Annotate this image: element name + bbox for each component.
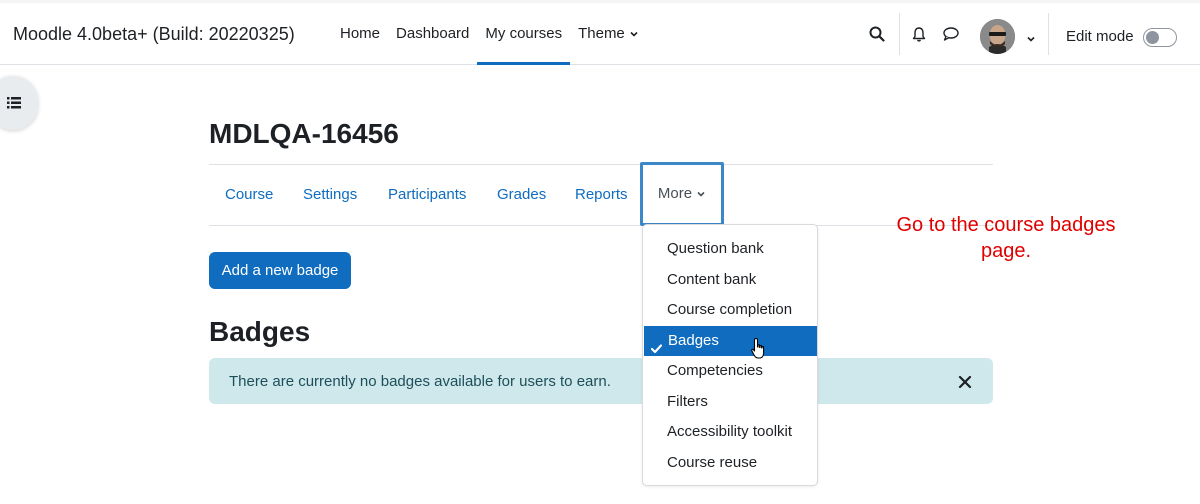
tab-participants[interactable]: Participants	[388, 165, 466, 225]
close-icon[interactable]	[957, 374, 973, 390]
toggle-knob	[1146, 31, 1159, 44]
annotation-line-2: page.	[980, 240, 1032, 262]
site-name[interactable]: Moodle 4.0beta+ (Build: 20220325)	[13, 24, 295, 45]
add-new-badge-button[interactable]: Add a new badge	[209, 252, 351, 289]
list-icon	[7, 96, 21, 114]
tab-settings[interactable]: Settings	[303, 165, 357, 225]
menu-item-competencies[interactable]: Competencies	[643, 356, 817, 386]
navbar-divider	[899, 13, 900, 55]
hand-pointer-icon	[750, 337, 768, 366]
menu-item-accessibility-toolkit[interactable]: Accessibility toolkit	[643, 417, 817, 447]
bell-icon[interactable]	[908, 23, 930, 45]
instruction-annotation: Go to the course badges page.	[870, 212, 1142, 264]
top-navbar: Moodle 4.0beta+ (Build: 20220325) Home D…	[0, 0, 1200, 65]
alert-text: There are currently no badges available …	[229, 373, 611, 390]
nav-my-courses[interactable]: My courses	[477, 3, 570, 65]
badges-heading: Badges	[209, 316, 311, 347]
menu-item-filters[interactable]: Filters	[643, 387, 817, 417]
search-icon[interactable]	[866, 23, 888, 45]
chevron-down-icon	[629, 3, 639, 65]
chevron-down-icon[interactable]	[1026, 30, 1036, 48]
nav-home[interactable]: Home	[332, 3, 388, 65]
annotation-line-1: Go to the course badges	[896, 214, 1116, 236]
tab-more-label: More	[657, 185, 693, 202]
chevron-down-icon	[696, 165, 706, 223]
nav-dashboard[interactable]: Dashboard	[388, 3, 477, 65]
course-index-drawer-toggle[interactable]	[0, 76, 38, 130]
menu-item-course-completion[interactable]: Course completion	[643, 295, 817, 325]
menu-item-badges-label: Badges	[668, 332, 719, 349]
course-title: MDLQA-16456	[209, 118, 399, 149]
menu-item-badges[interactable]: Badges	[644, 326, 817, 356]
menu-item-course-reuse[interactable]: Course reuse	[643, 448, 817, 478]
more-dropdown-menu: Question bank Content bank Course comple…	[642, 224, 818, 486]
tab-grades[interactable]: Grades	[497, 165, 546, 225]
tab-course[interactable]: Course	[225, 165, 273, 225]
user-avatar[interactable]	[980, 19, 1015, 54]
edit-mode-toggle[interactable]	[1143, 28, 1177, 47]
info-alert: There are currently no badges available …	[209, 358, 993, 404]
menu-item-content-bank[interactable]: Content bank	[643, 265, 817, 295]
tab-reports[interactable]: Reports	[575, 165, 628, 225]
edit-mode-label: Edit mode	[1066, 28, 1134, 45]
tab-more[interactable]: More	[640, 162, 724, 226]
nav-theme[interactable]: Theme	[570, 3, 647, 65]
primary-navigation: Home Dashboard My courses Theme	[332, 3, 647, 65]
chat-bubble-icon[interactable]	[940, 23, 962, 45]
navbar-divider	[1048, 13, 1049, 55]
menu-item-question-bank[interactable]: Question bank	[643, 234, 817, 264]
nav-theme-label: Theme	[578, 25, 625, 42]
